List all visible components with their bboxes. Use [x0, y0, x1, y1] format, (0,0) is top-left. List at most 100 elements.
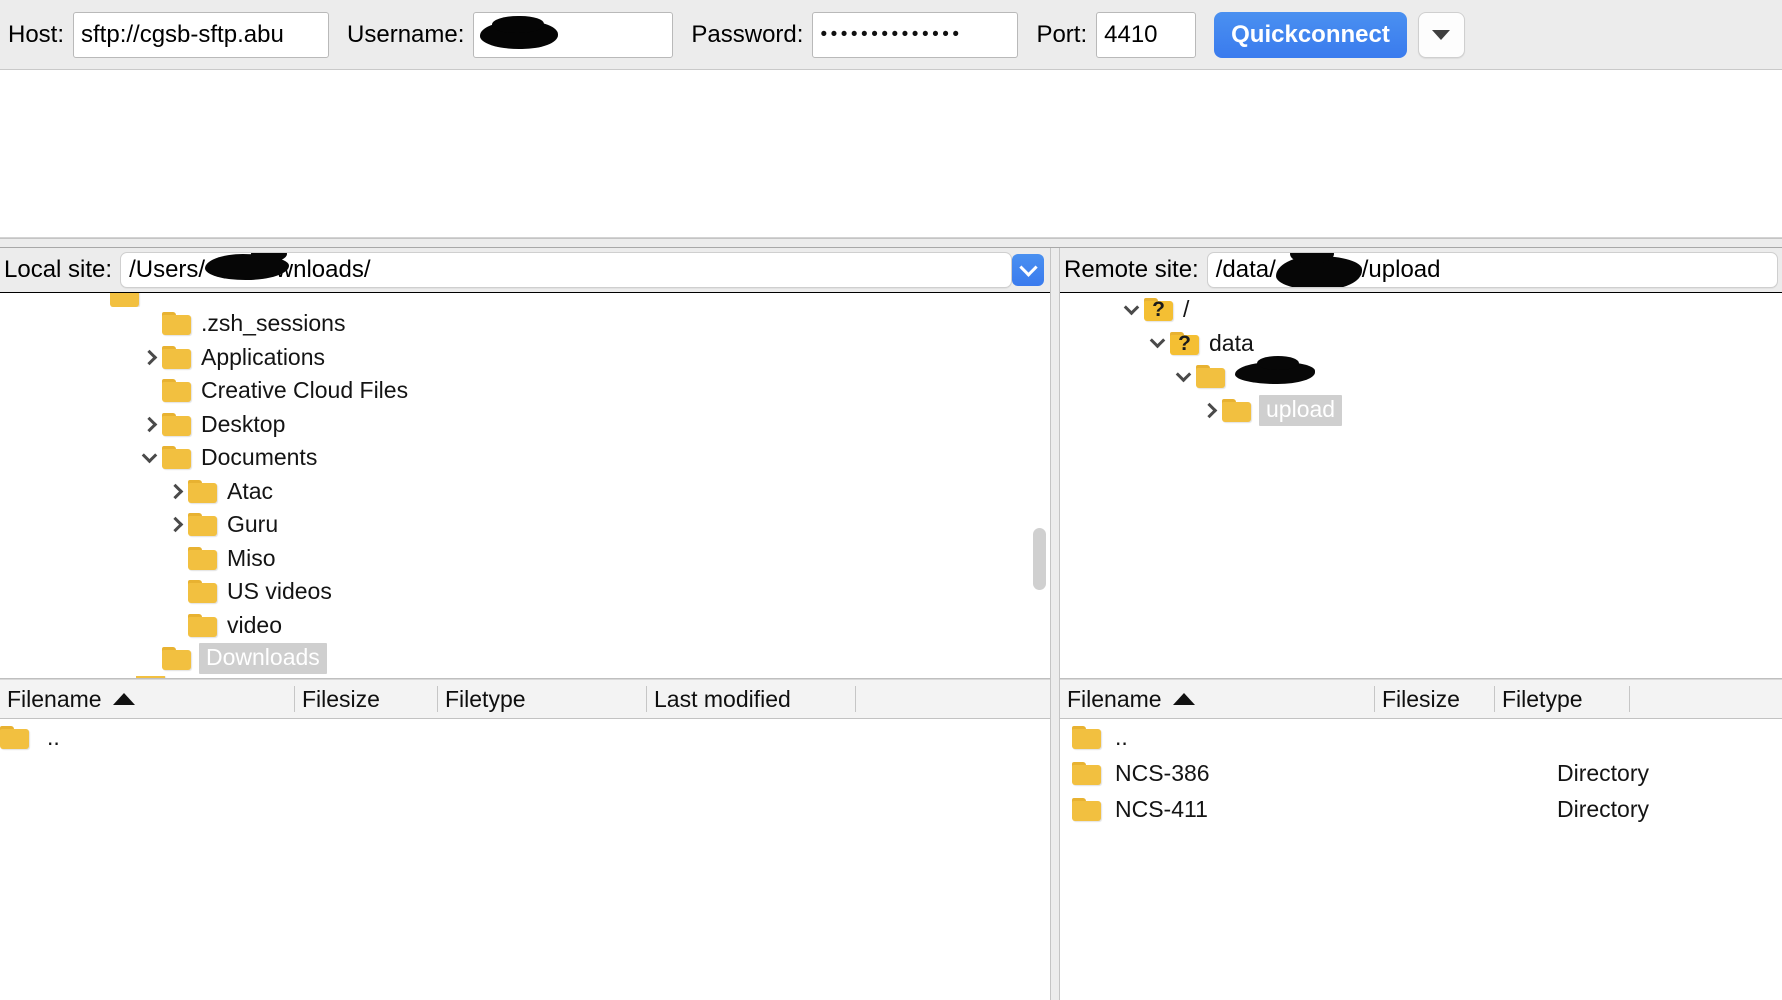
tree-item[interactable]: ?data [1060, 327, 1782, 361]
unknown-folder-icon: ? [1144, 298, 1173, 321]
tree-item[interactable]: .zsh_sessions [0, 307, 1050, 341]
folder-icon [188, 513, 217, 536]
file-name-cell: NCS-411 [1060, 796, 1375, 823]
redaction-mark [205, 256, 238, 284]
column-header-filesize[interactable]: Filesize [1375, 679, 1495, 719]
tree-item-label: Downloads [199, 643, 327, 674]
port-label: Port: [1036, 21, 1087, 49]
column-header-filesize[interactable]: Filesize [295, 679, 438, 719]
column-header-last-modified[interactable]: Last modified [647, 679, 856, 719]
tree-item-label: / [1183, 296, 1191, 323]
file-list-row[interactable]: NCS-386Directory [1060, 755, 1782, 791]
tree-item-label: .zsh_sessions [201, 310, 347, 337]
tree-item[interactable] [1060, 360, 1782, 394]
column-header-label: Filesize [1382, 686, 1460, 713]
file-list-row[interactable]: .. [0, 719, 1050, 755]
file-name-cell: .. [1060, 724, 1375, 751]
sort-ascending-icon [113, 693, 135, 705]
password-value: •••••••••••••• [820, 25, 962, 44]
column-header-label: Filetype [1502, 686, 1583, 713]
redaction-mark [480, 21, 558, 49]
tree-item[interactable]: US videos [0, 575, 1050, 609]
tree-item-label: Creative Cloud Files [201, 377, 410, 404]
tree-item[interactable]: Documents [0, 441, 1050, 475]
file-list-row[interactable]: .. [1060, 719, 1782, 755]
tree-item-label: Desktop [201, 411, 287, 438]
file-name-label: .. [1115, 724, 1128, 751]
redaction-mark [1235, 366, 1315, 388]
tree-item[interactable] [0, 293, 1050, 307]
column-divider[interactable] [855, 686, 856, 712]
tree-item[interactable]: Downloads [0, 642, 1050, 676]
file-list-row[interactable]: NCS-411Directory [1060, 791, 1782, 827]
folder-icon [162, 446, 191, 469]
chevron-down-icon[interactable] [1144, 327, 1170, 360]
chevron-right-icon[interactable] [136, 408, 162, 441]
twisty-spacer [162, 609, 188, 642]
local-directory-tree[interactable]: .zsh_sessions Applications Creative Cloud … [0, 293, 1050, 679]
tree-item[interactable]: upload [1060, 394, 1782, 428]
column-header-filetype[interactable]: Filetype [438, 679, 647, 719]
file-name-label: NCS-386 [1115, 760, 1210, 787]
column-header-label: Last modified [654, 686, 791, 713]
username-label: Username: [347, 21, 464, 49]
port-input[interactable]: 4410 [1096, 12, 1196, 58]
tree-item[interactable]: Atac [0, 475, 1050, 509]
column-header-label: Filename [7, 686, 102, 713]
local-path-dropdown-button[interactable] [1012, 254, 1044, 286]
chevron-down-icon [1432, 30, 1450, 40]
chevron-down-icon[interactable] [136, 441, 162, 474]
chevron-right-icon[interactable] [162, 508, 188, 541]
tree-item-label: upload [1259, 395, 1342, 426]
tree-item[interactable]: video [0, 609, 1050, 643]
folder-icon [0, 726, 29, 749]
username-input[interactable] [473, 12, 673, 58]
password-input[interactable]: •••••••••••••• [812, 12, 1018, 58]
local-path-input[interactable]: /Users/ /Downloads/ [120, 252, 1012, 288]
tree-item[interactable]: Guru [0, 508, 1050, 542]
remote-file-list[interactable]: .. NCS-386DirectoryNCS-411Directory [1060, 719, 1782, 994]
local-file-list[interactable]: .. [0, 719, 1050, 994]
local-site-label: Local site: [4, 256, 112, 284]
local-tree-scrollbar[interactable] [1033, 528, 1046, 590]
quickconnect-button[interactable]: Quickconnect [1214, 12, 1407, 58]
column-divider[interactable] [1629, 686, 1630, 712]
chevron-down-icon[interactable] [1170, 360, 1196, 393]
remote-path-input[interactable]: /data//upload [1207, 252, 1778, 288]
file-name-cell: .. [0, 724, 295, 751]
file-name-label: .. [47, 724, 60, 751]
vertical-splitter[interactable] [1050, 248, 1060, 1000]
chevron-down-icon[interactable] [1118, 293, 1144, 326]
tree-item-label: Applications [201, 344, 327, 371]
message-log [0, 71, 1782, 238]
tree-item-label: Atac [227, 478, 275, 505]
tree-item[interactable]: Applications [0, 341, 1050, 375]
tree-item[interactable]: Creative Cloud Files [0, 374, 1050, 408]
remote-path-prefix: /data/ [1216, 256, 1276, 284]
tree-item-label: Miso [227, 545, 278, 572]
remote-directory-tree[interactable]: ?/?dataupload [1060, 293, 1782, 679]
chevron-right-icon[interactable] [162, 475, 188, 508]
column-header-filename[interactable]: Filename [0, 679, 295, 719]
filezilla-window: Host: sftp://cgsb-sftp.abu Username: Pas… [0, 0, 1782, 1000]
tree-item[interactable]: ?/ [1060, 293, 1782, 327]
folder-icon [162, 413, 191, 436]
folder-icon [1196, 365, 1225, 388]
chevron-right-icon[interactable] [1196, 394, 1222, 427]
remote-file-list-header: Filename Filesize Filetype [1060, 679, 1782, 719]
tree-item[interactable]: Desktop [0, 408, 1050, 442]
twisty-spacer [136, 642, 162, 675]
quickconnect-history-dropdown[interactable] [1418, 12, 1465, 58]
local-path-prefix: /Users/ [129, 256, 205, 284]
host-value: sftp://cgsb-sftp.abu [81, 21, 284, 49]
column-header-filename[interactable]: Filename [1060, 679, 1375, 719]
host-input[interactable]: sftp://cgsb-sftp.abu [73, 12, 329, 58]
column-header-filetype[interactable]: Filetype [1495, 679, 1630, 719]
folder-icon [162, 647, 191, 670]
chevron-right-icon[interactable] [136, 341, 162, 374]
folder-icon [188, 480, 217, 503]
port-value: 4410 [1104, 21, 1157, 49]
horizontal-splitter[interactable] [0, 238, 1782, 248]
tree-item[interactable]: Miso [0, 542, 1050, 576]
folder-icon [188, 580, 217, 603]
